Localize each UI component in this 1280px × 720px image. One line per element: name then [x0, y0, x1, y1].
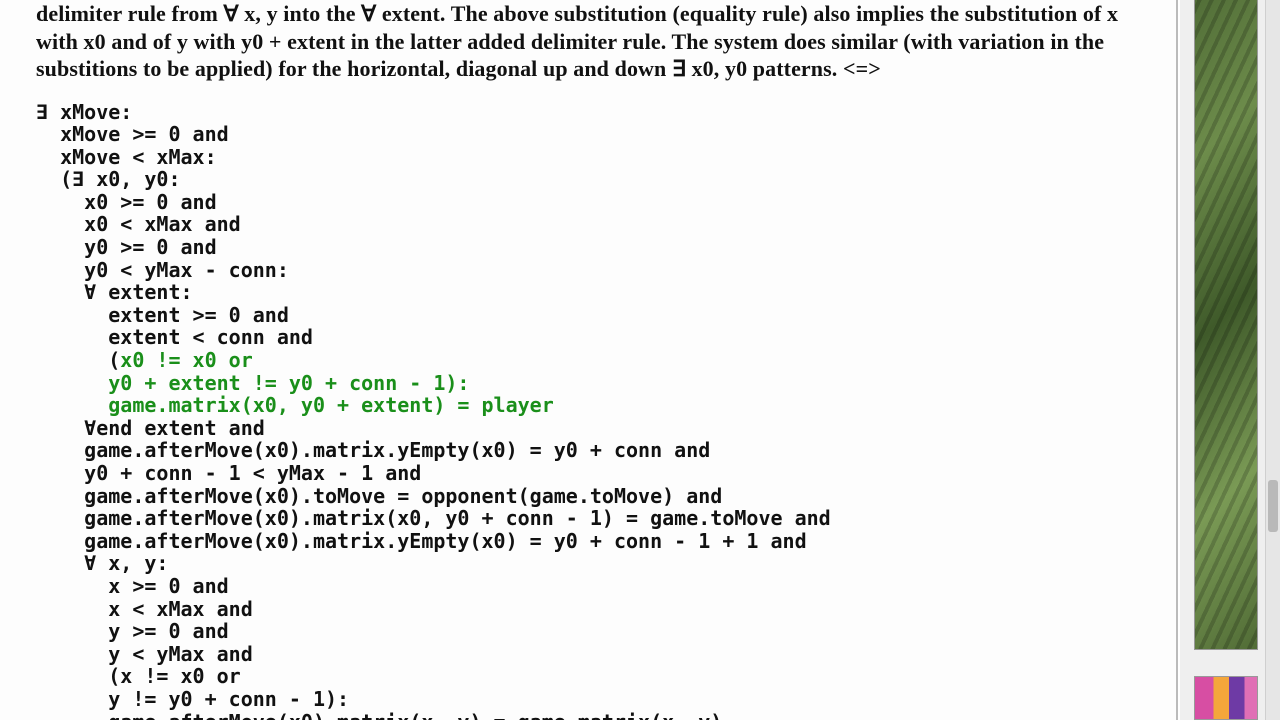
sidebar-thumbnail-art[interactable]: [1194, 676, 1258, 720]
scrollbar-thumb[interactable]: [1268, 480, 1278, 532]
code-line: extent >= 0 and: [36, 303, 289, 327]
code-block: ∃ xMove: xMove >= 0 and xMove < xMax: (∃…: [36, 101, 1148, 720]
code-line: ∀ extent:: [36, 280, 193, 304]
code-line: y >= 0 and: [36, 619, 229, 643]
code-line: game.afterMove(x0).matrix(x, y) = game.m…: [36, 710, 722, 720]
main-content: delimiter rule from ∀ x, y into the ∀ ex…: [0, 0, 1178, 720]
code-line: ∃ xMove:: [36, 100, 132, 124]
code-line: xMove < xMax:: [36, 145, 217, 169]
code-line: ∀ x, y:: [36, 551, 168, 575]
code-line: y0 + conn - 1 < yMax - 1 and: [36, 461, 421, 485]
code-line: y0 < yMax - conn:: [36, 258, 289, 282]
code-line: y != y0 + conn - 1):: [36, 687, 349, 711]
code-line: y < yMax and: [36, 642, 253, 666]
code-line: game.afterMove(x0).matrix.yEmpty(x0) = y…: [36, 438, 710, 462]
code-line: game.afterMove(x0).matrix(x0, y0 + conn …: [36, 506, 831, 530]
code-line: x0 >= 0 and: [36, 190, 217, 214]
code-line: y0 >= 0 and: [36, 235, 217, 259]
vertical-scrollbar[interactable]: [1265, 0, 1280, 720]
code-line: x < xMax and: [36, 597, 253, 621]
page-root: delimiter rule from ∀ x, y into the ∀ ex…: [0, 0, 1280, 720]
code-line: xMove >= 0 and: [36, 122, 229, 146]
sidebar-thumbnail-nature[interactable]: [1194, 0, 1258, 650]
code-line: game.afterMove(x0).matrix.yEmpty(x0) = y…: [36, 529, 807, 553]
code-line: (∃ x0, y0:: [36, 167, 181, 191]
code-line: game.afterMove(x0).toMove = opponent(gam…: [36, 484, 722, 508]
code-line: x0 < xMax and: [36, 212, 241, 236]
code-line: game.matrix(x0, y0 + extent) = player: [36, 393, 554, 417]
code-line: (x != x0 or: [36, 664, 241, 688]
code-line: (x0 != x0 or: [36, 348, 253, 372]
code-line: x >= 0 and: [36, 574, 229, 598]
code-line: ∀end extent and: [36, 416, 265, 440]
code-line: extent < conn and: [36, 325, 313, 349]
prose-paragraph: delimiter rule from ∀ x, y into the ∀ ex…: [36, 0, 1148, 83]
code-line: y0 + extent != y0 + conn - 1):: [36, 371, 469, 395]
